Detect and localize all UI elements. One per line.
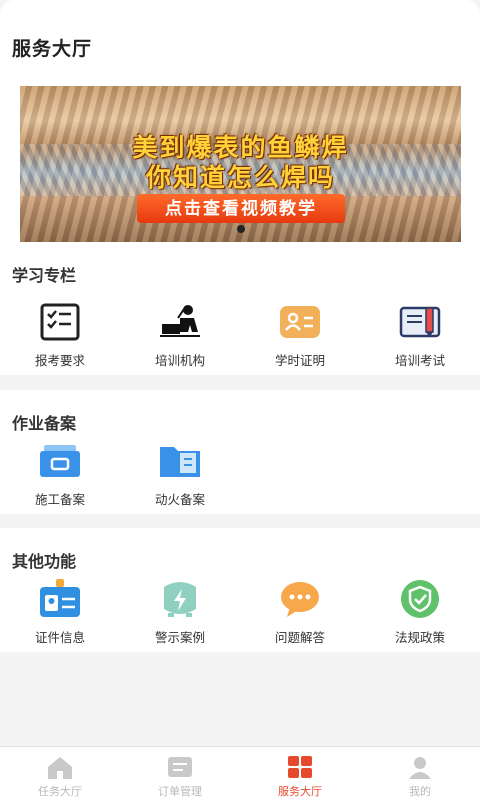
banner-pagination [20,220,461,238]
badge-icon [40,579,80,617]
folder-doc-icon [160,447,200,477]
grid-item-label: 动火备案 [154,493,205,507]
grid-item-label: 警示案例 [154,631,205,645]
grid-item-label: 施工备案 [34,493,85,507]
chat-bubble-icon [281,582,319,617]
grid-icon [288,756,312,778]
grid-item-label: 培训机构 [154,354,205,368]
id-card-icon [280,306,320,338]
tab-label: 订单管理 [158,786,202,798]
grid-item-label: 报考要求 [34,354,85,368]
grid-item-label: 培训考试 [394,354,445,368]
folder-box-icon [40,445,80,477]
section-title-work: 作业备案 [12,416,77,433]
tab-task-hall[interactable]: 任务大厅 [0,747,120,801]
order-icon [168,757,192,777]
exam-book-icon [399,306,441,338]
banner-cta-button[interactable]: 点击查看视频教学 [137,194,345,223]
user-icon [409,757,431,779]
shield-icon [401,580,439,618]
tab-label: 我的 [409,786,431,798]
checklist-icon [40,303,80,341]
trainer-icon [160,305,200,337]
tab-service-hall[interactable]: 服务大厅 [240,747,360,801]
section-title-other: 其他功能 [12,554,77,571]
section-title-study: 学习专栏 [12,268,77,285]
tab-mine[interactable]: 我的 [360,747,480,801]
bottom-tab-bar: 任务大厅 订单管理 服务大厅 我的 [0,746,480,801]
warning-case-icon [164,582,196,617]
tab-label: 任务大厅 [38,786,82,798]
grid-item-label: 法规政策 [394,631,445,645]
grid-item-label: 问题解答 [274,631,325,645]
tab-label: 服务大厅 [278,786,322,798]
home-icon [48,757,72,779]
promo-banner[interactable]: 美到爆表的鱼鳞焊 你知道怎么焊吗 点击查看视频教学 [20,86,461,242]
banner-subheadline: 你知道怎么焊吗 [145,164,335,192]
grid-item-label: 学时证明 [274,354,325,368]
tab-order-management[interactable]: 订单管理 [120,747,240,801]
page-title: 服务大厅 [12,39,93,60]
pagination-dot[interactable] [236,225,245,233]
grid-item-label: 证件信息 [34,631,85,645]
